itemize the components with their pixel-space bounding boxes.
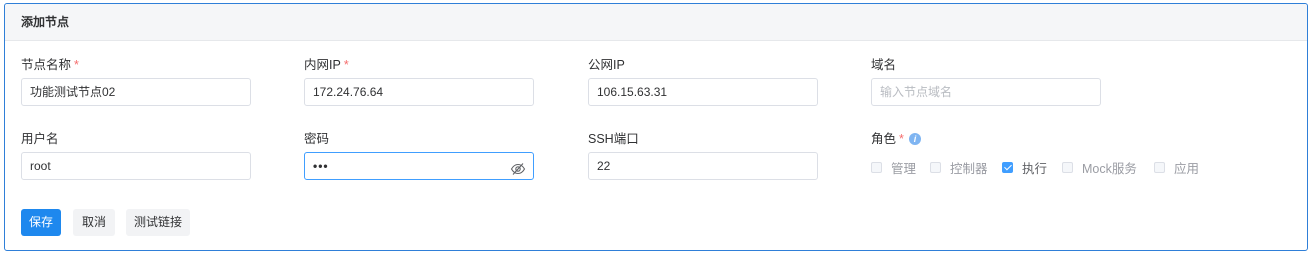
role-option-label: 执行: [1022, 162, 1048, 176]
role-option[interactable]: 控制器: [930, 158, 988, 177]
password-value: •••: [313, 159, 329, 173]
required-mark: *: [899, 132, 904, 146]
internal-ip-label: 内网IP *: [304, 58, 349, 72]
checkbox-checked-icon[interactable]: [1002, 162, 1013, 173]
eye-slash-icon[interactable]: [510, 159, 526, 175]
checkbox-icon[interactable]: [1154, 162, 1165, 173]
save-button[interactable]: 保存: [21, 209, 61, 236]
checkbox-icon[interactable]: [930, 162, 941, 173]
required-mark: *: [74, 58, 79, 72]
add-node-panel: 添加节点 节点名称 * 功能测试节点02 内网IP * 172.24.76.64 公…: [4, 3, 1308, 251]
username-label: 用户名: [21, 132, 59, 146]
role-option-label: 控制器: [950, 162, 988, 176]
checkbox-icon[interactable]: [1062, 162, 1073, 173]
public-ip-label: 公网IP: [588, 58, 625, 72]
public-ip-input[interactable]: 106.15.63.31: [588, 78, 818, 106]
checkbox-icon[interactable]: [871, 162, 882, 173]
role-option[interactable]: 应用: [1154, 158, 1199, 177]
role-label: 角色 *: [871, 132, 904, 146]
test-connection-button[interactable]: 测试链接: [126, 209, 190, 236]
password-label: 密码: [304, 132, 330, 146]
role-option-label: 管理: [891, 162, 917, 176]
ssh-port-input[interactable]: 22: [588, 152, 818, 180]
role-option[interactable]: 执行: [1002, 158, 1047, 177]
username-input[interactable]: root: [21, 152, 251, 180]
node-name-label: 节点名称 *: [21, 58, 79, 72]
required-mark: *: [343, 58, 349, 72]
role-option-label: 应用: [1174, 162, 1200, 176]
panel-title: 添加节点: [5, 4, 1307, 41]
role-option[interactable]: Mock服务: [1062, 158, 1137, 177]
internal-ip-input[interactable]: 172.24.76.64: [304, 78, 534, 106]
info-icon[interactable]: i: [909, 133, 921, 145]
domain-label: 域名: [871, 58, 897, 72]
role-option[interactable]: 管理: [871, 158, 916, 177]
cancel-button[interactable]: 取消: [73, 209, 115, 236]
password-input[interactable]: •••: [304, 152, 534, 180]
role-option-label: Mock服务: [1082, 162, 1137, 176]
node-name-input[interactable]: 功能测试节点02: [21, 78, 251, 106]
domain-input[interactable]: 输入节点域名: [871, 78, 1101, 106]
ssh-port-label: SSH端口: [588, 132, 639, 146]
